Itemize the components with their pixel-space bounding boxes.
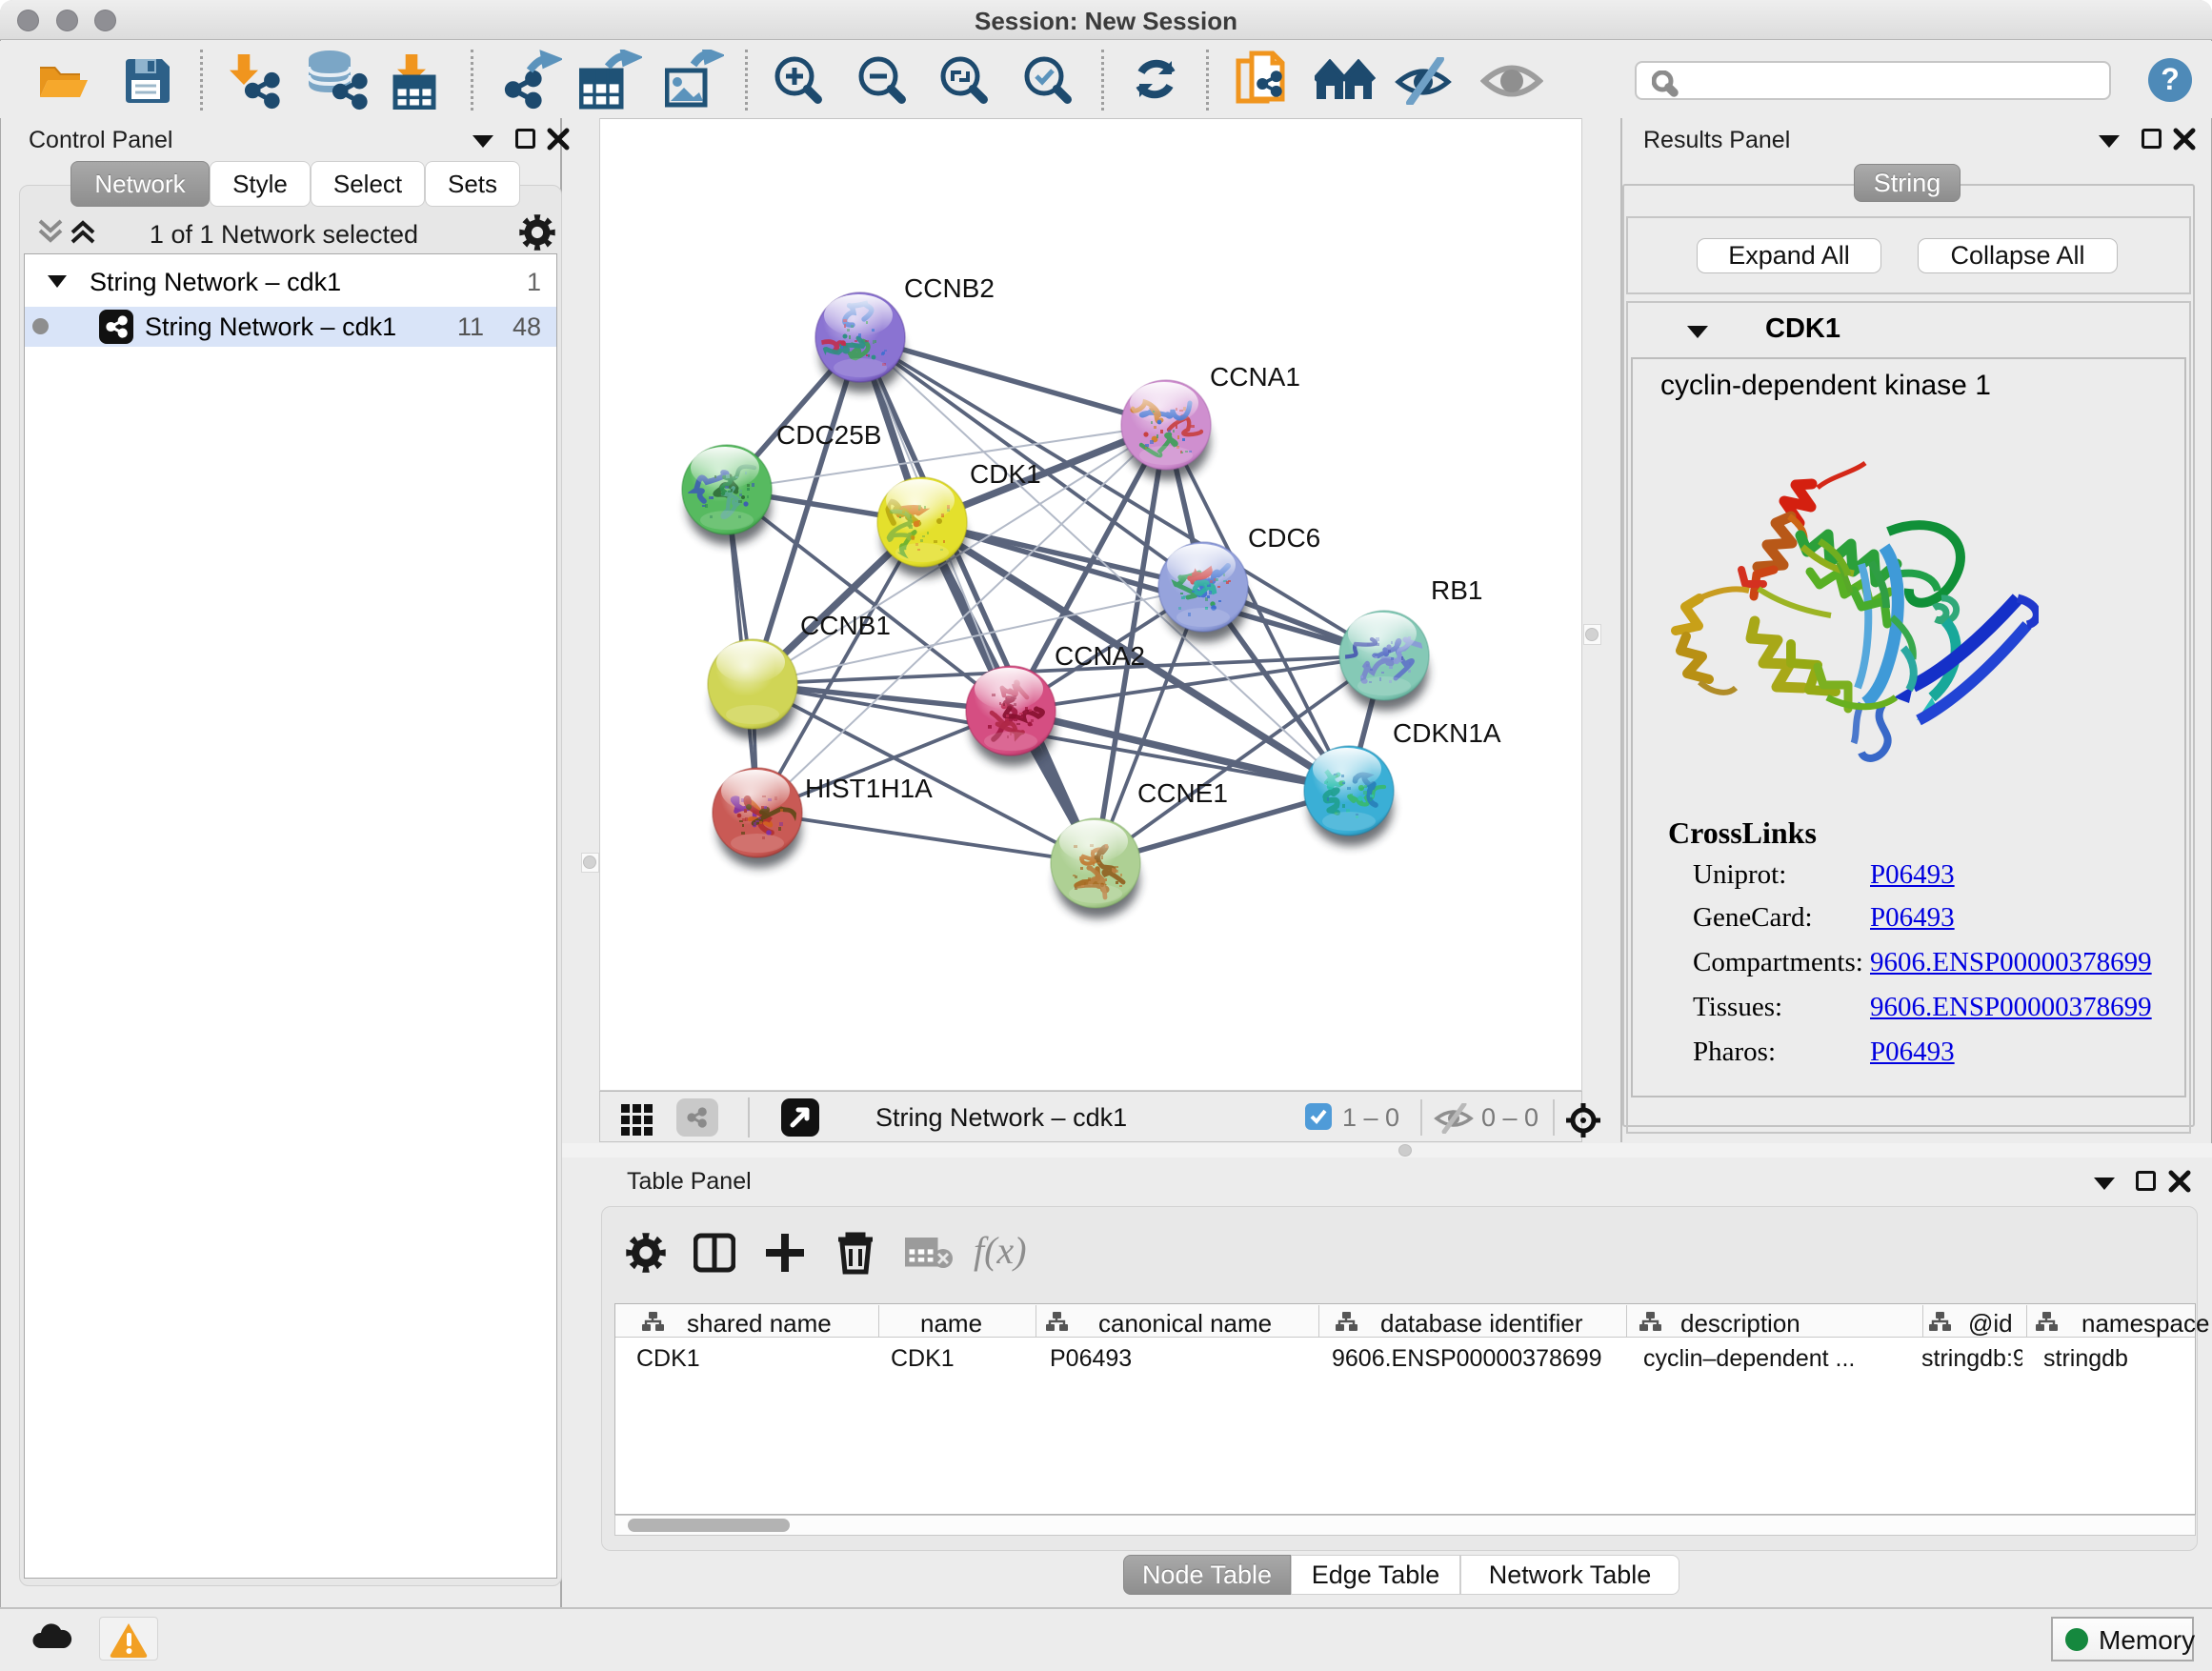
svg-text:?: ?	[2161, 62, 2180, 96]
